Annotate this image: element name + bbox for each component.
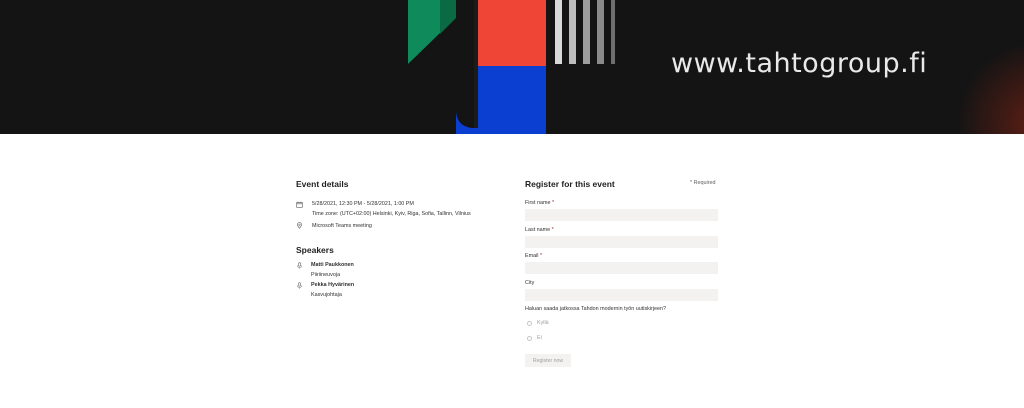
last-name-input[interactable] xyxy=(525,236,718,248)
last-name-label-text: Last name xyxy=(525,227,551,233)
banner-glow xyxy=(944,40,1024,134)
register-heading: Register for this event xyxy=(525,179,615,189)
banner-black-block xyxy=(474,0,478,134)
email-label-text: Email xyxy=(525,253,539,259)
location-pin-icon xyxy=(297,222,302,229)
banner-stripe-2 xyxy=(569,0,576,64)
city-input[interactable] xyxy=(525,289,718,301)
email-label: Email * xyxy=(525,253,542,259)
microphone-icon xyxy=(297,262,302,269)
radio-label: Ei xyxy=(537,335,542,341)
banner-stripe-1 xyxy=(555,0,562,64)
first-name-label: First name * xyxy=(525,200,554,206)
last-name-label: Last name * xyxy=(525,227,554,233)
speaker-role: Piiriineuvoja xyxy=(311,272,341,278)
speaker-role: Kasvujohtaja xyxy=(311,292,342,298)
banner-blue-block xyxy=(478,66,546,134)
required-star: * xyxy=(539,253,543,259)
city-label-text: City xyxy=(525,280,535,286)
first-name-input[interactable] xyxy=(525,209,718,221)
banner-red-block xyxy=(478,0,546,66)
banner-stripe-3 xyxy=(583,0,590,64)
first-name-label-text: First name xyxy=(525,200,551,206)
radio-option-no[interactable]: Ei xyxy=(527,334,542,342)
email-input[interactable] xyxy=(525,262,718,274)
speaker-name: Pekka Hyvärinen xyxy=(311,282,355,288)
radio-button[interactable] xyxy=(527,320,532,326)
header-banner: www.tahtogroup.fi xyxy=(0,0,1024,134)
newsletter-question: Haluan saada jatkossa Tahdon modernin ty… xyxy=(525,306,667,312)
city-label: City xyxy=(525,280,534,286)
required-star: * xyxy=(551,200,555,206)
required-note: * Required xyxy=(690,180,716,186)
required-star: * xyxy=(551,227,554,233)
radio-option-yes[interactable]: Kyllä xyxy=(527,319,549,327)
event-details-heading: Event details xyxy=(296,179,349,189)
microphone-icon xyxy=(297,282,302,289)
radio-button[interactable] xyxy=(527,335,532,341)
banner-stripe-5 xyxy=(611,0,615,64)
banner-dark-curve xyxy=(456,0,474,120)
calendar-icon xyxy=(296,201,303,208)
speaker-name: Matti Paukkonen xyxy=(311,262,354,268)
radio-label: Kyllä xyxy=(537,320,549,326)
event-time-zone: Time zone: (UTC+02:00) Helsinki, Kyiv, R… xyxy=(312,211,471,217)
speakers-heading: Speakers xyxy=(296,245,334,255)
register-now-button[interactable]: Register now xyxy=(525,354,571,367)
banner-stripe-4 xyxy=(597,0,604,64)
event-location: Microsoft Teams meeting xyxy=(312,223,372,229)
banner-url-text: www.tahtogroup.fi xyxy=(671,48,928,79)
event-date-range: 5/28/2021, 12:30 PM - 5/28/2021, 1:00 PM xyxy=(312,201,414,207)
